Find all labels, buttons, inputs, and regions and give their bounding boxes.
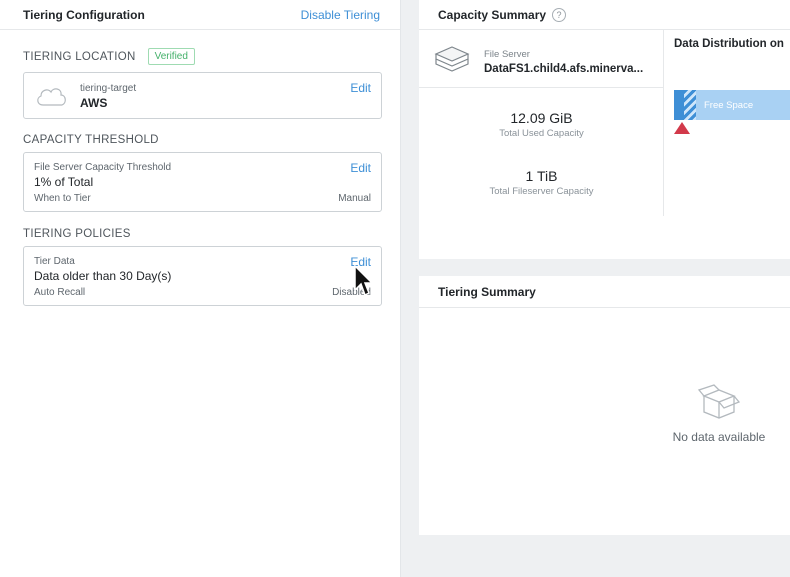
capacity-bar: Free Space [674, 90, 790, 120]
tiering-configuration-header: Tiering Configuration Disable Tiering [0, 0, 400, 30]
tiering-policies-label: TIERING POLICIES [23, 228, 131, 240]
edit-location-button[interactable]: Edit [350, 81, 371, 95]
total-capacity-metric: 1 TiB Total Fileserver Capacity [419, 168, 664, 197]
when-to-tier-value: Manual [338, 193, 371, 204]
tier-data-label: Tier Data [34, 256, 75, 267]
tiering-location-label: TIERING LOCATION [23, 50, 136, 63]
threshold-value: 1% of Total [34, 175, 94, 189]
capacity-threshold-card: File Server Capacity Threshold 1% of Tot… [23, 152, 382, 212]
capacity-summary-title: Capacity Summary [438, 7, 547, 22]
auto-recall-label: Auto Recall [34, 287, 86, 298]
empty-box-icon [697, 384, 741, 419]
location-value: AWS [80, 96, 108, 110]
file-server-label: File Server [484, 49, 530, 60]
cloud-icon [37, 88, 66, 106]
capacity-summary-header: Capacity Summary ? [419, 0, 790, 30]
total-capacity-caption: Total Fileserver Capacity [489, 186, 594, 197]
capacity-stats: File Server DataFS1.child4.afs.minerva..… [419, 30, 664, 216]
tiering-policies-heading: TIERING POLICIES [23, 228, 131, 240]
mouse-cursor-icon [354, 264, 373, 297]
tiering-location-heading: TIERING LOCATION Verified [23, 48, 195, 65]
used-capacity-caption: Total Used Capacity [499, 128, 584, 139]
tier-data-value: Data older than 30 Day(s) [34, 269, 172, 283]
no-data-text: No data available [672, 430, 766, 444]
tiered-segment [684, 90, 696, 120]
when-to-tier-label: When to Tier [34, 193, 91, 204]
empty-state: No data available [669, 384, 769, 444]
tiering-configuration-panel: Tiering Configuration Disable Tiering TI… [0, 0, 401, 577]
threshold-label: File Server Capacity Threshold [34, 162, 172, 173]
free-space-label: Free Space [704, 100, 754, 111]
tiering-location-card: tiering-target AWS Edit [23, 72, 382, 119]
data-distribution-title: Data Distribution on [674, 38, 784, 50]
tiering-summary-header: Tiering Summary [419, 276, 790, 308]
used-segment [674, 90, 684, 120]
help-icon[interactable]: ? [552, 7, 567, 22]
threshold-marker-icon [674, 122, 690, 134]
tiering-summary-panel: Tiering Summary No data available [419, 276, 790, 535]
server-stack-icon [434, 46, 470, 72]
disable-tiering-link[interactable]: Disable Tiering [301, 8, 380, 22]
used-capacity-metric: 12.09 GiB Total Used Capacity [419, 110, 664, 139]
edit-threshold-button[interactable]: Edit [350, 161, 371, 175]
tiering-summary-title: Tiering Summary [438, 284, 536, 299]
total-capacity-value: 1 TiB [525, 168, 558, 184]
tiering-policies-card: Tier Data Data older than 30 Day(s) Edit… [23, 246, 382, 306]
threshold-footer: When to Tier Manual [34, 193, 371, 204]
used-capacity-value: 12.09 GiB [510, 110, 573, 126]
panel-title: Tiering Configuration [23, 7, 145, 22]
capacity-summary-panel: Capacity Summary ? File Server DataFS1.c… [419, 0, 790, 259]
file-server-row: File Server DataFS1.child4.afs.minerva..… [419, 30, 663, 88]
file-server-name: DataFS1.child4.afs.minerva... [484, 63, 644, 75]
policies-footer: Auto Recall Disabled [34, 287, 371, 298]
capacity-threshold-label: CAPACITY THRESHOLD [23, 134, 159, 146]
verified-badge: Verified [147, 48, 195, 65]
capacity-threshold-heading: CAPACITY THRESHOLD [23, 134, 159, 146]
location-target-label: tiering-target [80, 83, 137, 94]
